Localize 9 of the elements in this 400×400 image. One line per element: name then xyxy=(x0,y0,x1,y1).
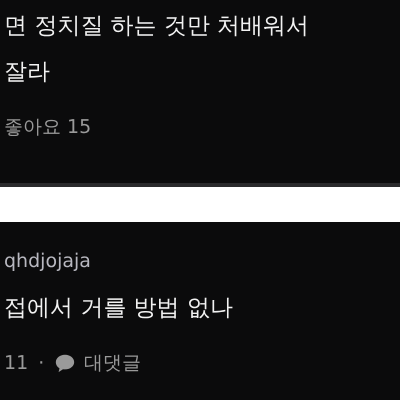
like-count[interactable]: 좋아요 15 xyxy=(4,114,92,140)
reply-link[interactable]: 대댓글 xyxy=(84,350,142,376)
comment-text: 잘라 xyxy=(4,59,50,85)
comment-text: 면 정치질 하는 것만 처배워서 xyxy=(4,13,310,39)
separator-dot: · xyxy=(38,352,44,374)
like-count[interactable]: 11 xyxy=(4,352,28,374)
speech-bubble-icon xyxy=(54,352,76,374)
comment-author[interactable]: qhdjojaja xyxy=(4,250,91,272)
comment-text: 접에서 거를 방법 없나 xyxy=(4,295,233,321)
